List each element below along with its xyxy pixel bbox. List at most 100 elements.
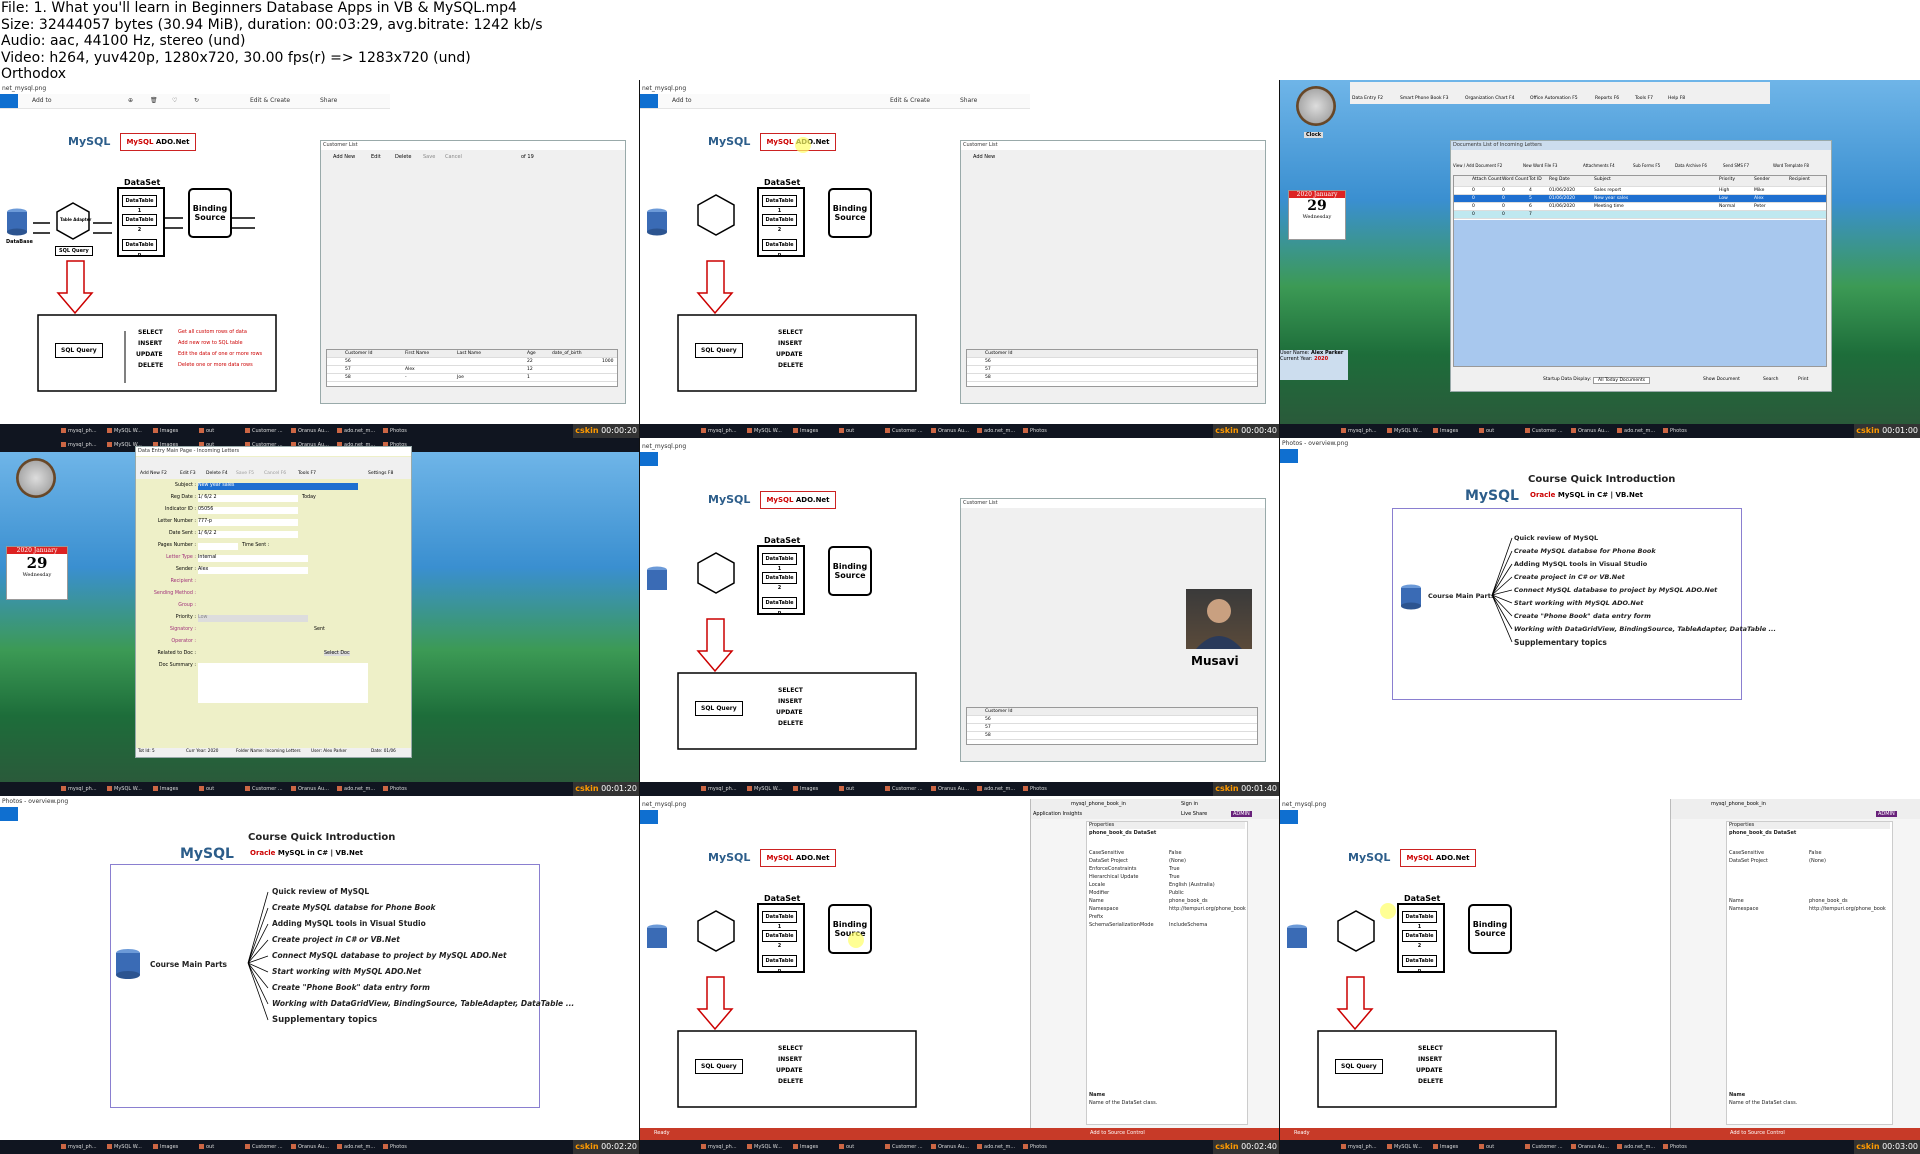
taskbar-item[interactable]: Images — [1432, 1142, 1458, 1152]
taskbar-item[interactable]: MySQL W... — [1386, 1142, 1422, 1152]
taskbar-item[interactable]: Customer ... — [1524, 1142, 1563, 1152]
taskbar-item[interactable]: mysql_ph... — [700, 426, 737, 436]
taskbar-item[interactable]: mysql_ph... — [700, 784, 737, 794]
taskbar-item[interactable]: Customer ... — [884, 426, 923, 436]
menu-reports[interactable]: Reports F6 — [1595, 96, 1619, 101]
taskbar-item[interactable]: Customer ... — [244, 426, 283, 436]
taskbar-item[interactable]: ado.net_m... — [1616, 426, 1655, 436]
reg-date-input[interactable]: 1/ 6/2 2 — [198, 495, 298, 502]
today-button[interactable]: Today — [302, 495, 316, 500]
prop-row[interactable]: Prefix — [1089, 914, 1245, 921]
sent-checkbox[interactable]: Sent — [314, 627, 325, 632]
taskbar-item[interactable]: Oranus Au... — [930, 1142, 969, 1152]
prop-row[interactable]: CaseSensitive False — [1729, 850, 1890, 857]
prop-row[interactable]: Hierarchical Update True — [1089, 874, 1245, 881]
taskbar-item[interactable]: MySQL W... — [746, 426, 782, 436]
menu-office[interactable]: Office Automation F5 — [1530, 96, 1578, 101]
table-row-selected[interactable]: 0 0 5 01/06/2020 New year sales Low Alex — [1454, 195, 1826, 203]
taskbar-item[interactable]: Images — [152, 1142, 178, 1152]
taskbar-item[interactable]: out — [1478, 1142, 1494, 1152]
taskbar-item[interactable]: MySQL W... — [746, 784, 782, 794]
doc-summary-textarea[interactable] — [198, 663, 368, 703]
taskbar-item[interactable]: MySQL W... — [746, 1142, 782, 1152]
taskbar-item[interactable]: Images — [152, 784, 178, 794]
taskbar-item[interactable]: Customer ... — [884, 1142, 923, 1152]
taskbar-item[interactable]: out — [198, 1142, 214, 1152]
taskbar-item[interactable]: ado.net_m... — [336, 426, 375, 436]
taskbar-item[interactable]: Photos — [382, 784, 407, 794]
documents-grid[interactable]: Attach Count Word Count Tot ID Reg Date … — [1453, 175, 1827, 367]
delete-button[interactable]: Delete F4 — [206, 471, 228, 476]
taskbar-item[interactable]: mysql_ph... — [60, 426, 97, 436]
table-row[interactable]: 56 — [967, 716, 1257, 724]
prop-row[interactable]: Name phone_book_ds — [1089, 898, 1245, 905]
taskbar-item[interactable]: MySQL W... — [106, 1142, 142, 1152]
taskbar-item[interactable]: Oranus Au... — [1570, 426, 1609, 436]
search-button[interactable]: Search — [1763, 377, 1778, 382]
taskbar-item[interactable]: Customer ... — [884, 784, 923, 794]
add-new-button[interactable]: Add New F2 — [140, 471, 167, 476]
taskbar-item[interactable]: Images — [1432, 426, 1458, 436]
subject-input[interactable]: New year sales — [198, 483, 358, 490]
taskbar-item[interactable]: Photos — [1022, 784, 1047, 794]
table-row[interactable]: 57 Alex 12 — [327, 366, 617, 374]
taskbar-item[interactable]: mysql_ph... — [1340, 426, 1377, 436]
menu-org-chart[interactable]: Organization Chart F4 — [1465, 96, 1514, 101]
taskbar-item[interactable]: mysql_ph... — [1340, 1142, 1377, 1152]
taskbar-item[interactable]: Photos — [1662, 426, 1687, 436]
settings-button[interactable]: Settings F8 — [368, 471, 393, 476]
taskbar-item[interactable]: mysql_ph... — [60, 440, 97, 450]
table-row[interactable]: 56 22 1000 — [327, 358, 617, 366]
taskbar-item[interactable]: Oranus Au... — [290, 1142, 329, 1152]
date-sent-input[interactable]: 1/ 6/2 2 — [198, 531, 298, 538]
add-new-button[interactable]: Add New — [333, 154, 355, 160]
view-add-document-button[interactable]: View / Add Document F2 — [1453, 163, 1502, 168]
add-new-button[interactable]: Add New — [973, 154, 995, 160]
taskbar-item[interactable]: Images — [152, 426, 178, 436]
send-sms-button[interactable]: Send SMS F7 — [1723, 163, 1749, 168]
taskbar-item[interactable]: mysql_ph... — [60, 784, 97, 794]
taskbar-item[interactable]: ado.net_m... — [1616, 1142, 1655, 1152]
select-doc-button[interactable]: Select Doc — [324, 651, 350, 656]
sender-select[interactable]: Alex — [198, 567, 308, 574]
data-archive-button[interactable]: Data Archive F6 — [1675, 163, 1707, 168]
indicator-id-input[interactable]: 05056 — [198, 507, 298, 514]
sub-forms-button[interactable]: Sub Forms F5 — [1633, 163, 1660, 168]
letter-type-select[interactable]: Internal — [198, 555, 308, 562]
priority-select[interactable]: Low — [198, 615, 308, 622]
startup-select[interactable]: All Today Documents — [1593, 377, 1651, 384]
menu-tools[interactable]: Tools F7 — [1635, 96, 1653, 101]
taskbar-item[interactable]: Oranus Au... — [930, 784, 969, 794]
taskbar-item[interactable]: Customer ... — [244, 784, 283, 794]
taskbar-item[interactable]: mysql_ph... — [700, 1142, 737, 1152]
taskbar-item[interactable]: out — [198, 426, 214, 436]
show-document-button[interactable]: Show Document — [1703, 377, 1740, 382]
taskbar-item[interactable]: Photos — [382, 426, 407, 436]
table-row[interactable]: 57 — [967, 724, 1257, 732]
menu-data-entry[interactable]: Data Entry F2 — [1352, 96, 1383, 101]
add-source-control[interactable]: Add to Source Control — [1090, 1130, 1145, 1136]
taskbar-item[interactable]: mysql_ph... — [60, 1142, 97, 1152]
taskbar-item[interactable]: Photos — [1662, 1142, 1687, 1152]
menu-help[interactable]: Help F8 — [1668, 96, 1685, 101]
letter-number-input[interactable]: 777-p — [198, 519, 298, 526]
edit-button[interactable]: Edit — [371, 154, 381, 160]
taskbar-item[interactable]: Oranus Au... — [290, 784, 329, 794]
taskbar-item[interactable]: out — [838, 1142, 854, 1152]
taskbar-item[interactable]: ado.net_m... — [336, 784, 375, 794]
cancel-button[interactable]: Cancel F6 — [264, 471, 286, 476]
add-source-control[interactable]: Add to Source Control — [1730, 1130, 1785, 1136]
prop-row[interactable]: Name phone_book_ds — [1729, 898, 1890, 905]
table-row[interactable]: 58 — [967, 732, 1257, 740]
cancel-button[interactable]: Cancel — [445, 154, 462, 160]
customer-grid[interactable]: Customer Id 56 57 58 — [966, 707, 1258, 745]
save-button[interactable]: Save — [423, 154, 435, 160]
prop-row[interactable]: Modifier Public — [1089, 890, 1245, 897]
attachments-button[interactable]: Attachments F4 — [1583, 163, 1615, 168]
prop-row[interactable]: DataSet Project (None) — [1089, 858, 1245, 865]
prop-row[interactable]: Namespace http://tempuri.org/phone_book — [1729, 906, 1890, 913]
tools-button[interactable]: Tools F7 — [298, 471, 316, 476]
table-row[interactable]: 58 — [967, 374, 1257, 382]
taskbar-item[interactable]: Photos — [1022, 1142, 1047, 1152]
taskbar-item[interactable]: ado.net_m... — [976, 1142, 1015, 1152]
